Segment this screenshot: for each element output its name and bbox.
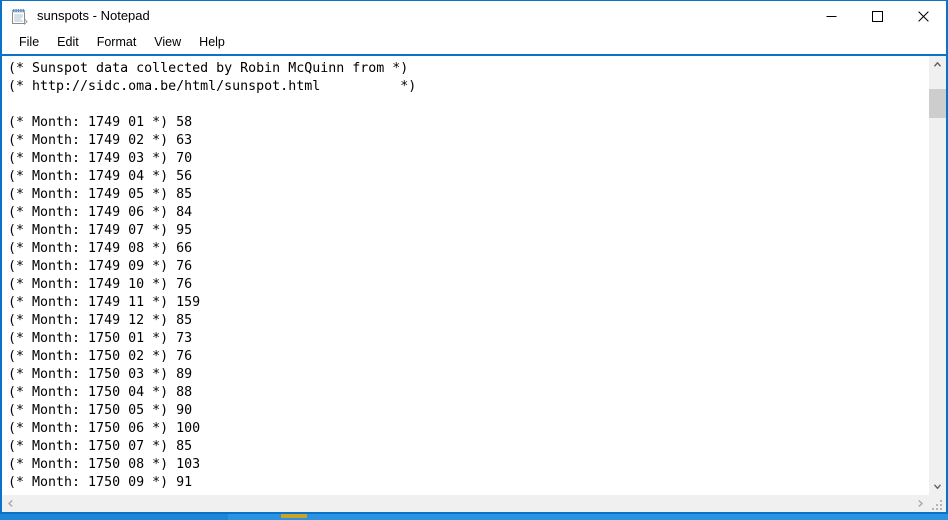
maximize-button[interactable] (854, 1, 900, 31)
menu-item-edit[interactable]: Edit (48, 32, 88, 53)
close-button[interactable] (900, 1, 946, 31)
minimize-icon (826, 15, 836, 17)
chevron-left-icon (8, 500, 13, 507)
chevron-up-icon (934, 62, 941, 67)
desktop-background: sunspots - Notepad File Edit Format View… (0, 0, 948, 520)
window-controls (808, 1, 946, 31)
menu-item-file[interactable]: File (10, 32, 48, 53)
menu-item-help[interactable]: Help (190, 32, 234, 53)
resize-grip-icon[interactable] (930, 496, 945, 511)
scroll-right-button[interactable] (912, 495, 929, 512)
taskbar-item[interactable] (281, 514, 307, 518)
notepad-icon (11, 8, 28, 25)
menu-item-format[interactable]: Format (88, 32, 146, 53)
vertical-scrollbar-thumb[interactable] (929, 89, 946, 118)
chevron-right-icon (918, 500, 923, 507)
window-title: sunspots - Notepad (37, 8, 150, 23)
menubar: File Edit Format View Help (2, 31, 946, 54)
scroll-left-button[interactable] (2, 495, 19, 512)
chevron-down-icon (934, 484, 941, 489)
titlebar[interactable]: sunspots - Notepad (2, 1, 946, 31)
scroll-up-button[interactable] (929, 56, 946, 73)
document-text[interactable]: (* Sunspot data collected by Robin McQui… (2, 56, 928, 492)
vertical-scrollbar[interactable] (928, 56, 946, 495)
notepad-window: sunspots - Notepad File Edit Format View… (0, 0, 948, 514)
client-area: (* Sunspot data collected by Robin McQui… (2, 54, 946, 495)
scroll-down-button[interactable] (929, 478, 946, 495)
minimize-button[interactable] (808, 1, 854, 31)
text-editor-area[interactable]: (* Sunspot data collected by Robin McQui… (2, 56, 928, 495)
horizontal-scrollbar[interactable] (2, 495, 946, 512)
close-icon (917, 10, 929, 22)
menu-item-view[interactable]: View (145, 32, 190, 53)
maximize-icon (871, 10, 883, 22)
